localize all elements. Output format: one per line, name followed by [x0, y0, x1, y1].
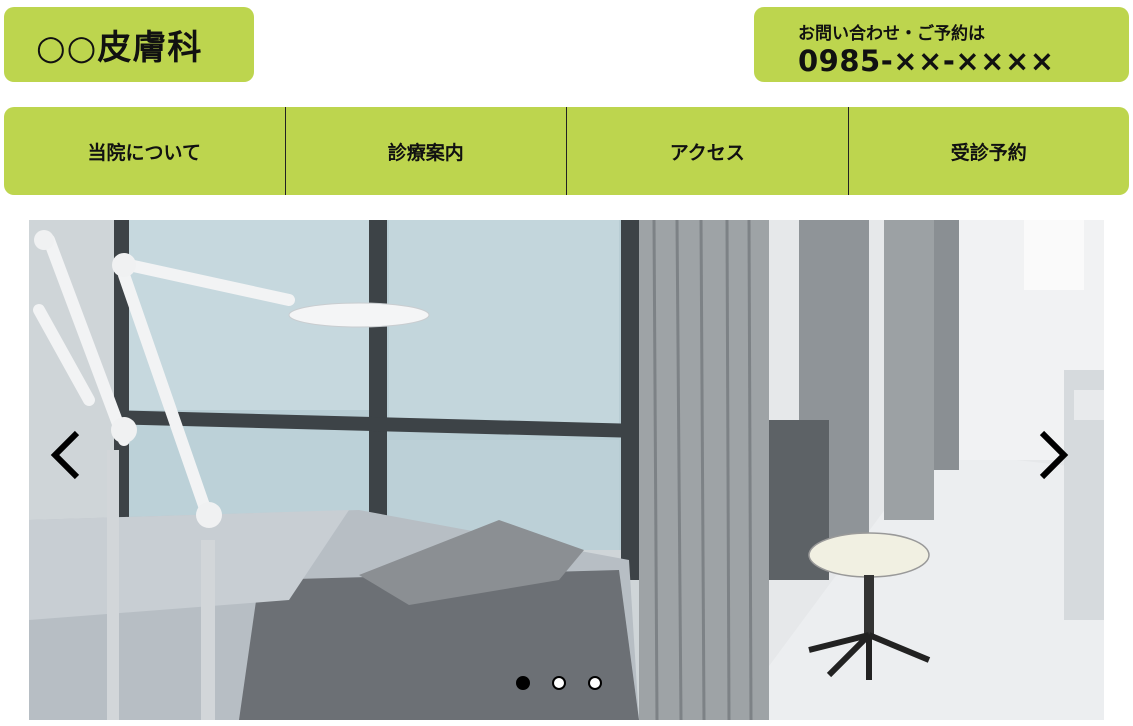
slider-dot-1[interactable] — [516, 676, 530, 690]
slider-prev-button[interactable] — [37, 425, 97, 485]
hero-slider — [29, 220, 1104, 720]
clinic-room-photo — [29, 220, 1104, 720]
site-logo[interactable]: ○○皮膚科 — [4, 7, 254, 82]
logo-text: ○○皮膚科 — [36, 28, 203, 68]
nav-item-reservation[interactable]: 受診予約 — [849, 107, 1130, 195]
chevron-right-icon — [1039, 430, 1069, 480]
nav-item-label: アクセス — [669, 141, 745, 164]
nav-item-about[interactable]: 当院について — [4, 107, 286, 195]
slider-next-button[interactable] — [1022, 425, 1082, 485]
slider-dot-2[interactable] — [552, 676, 566, 690]
nav-item-label: 受診予約 — [950, 141, 1027, 164]
contact-label: お問い合わせ・ご予約は — [798, 24, 985, 44]
global-nav: 当院について 診療案内 アクセス 受診予約 — [4, 107, 1129, 195]
chevron-left-icon — [50, 430, 80, 480]
slider-dot-3[interactable] — [588, 676, 602, 690]
nav-item-label: 当院について — [87, 141, 201, 164]
contact-box: お問い合わせ・ご予約は 0985-××-×××× — [754, 7, 1129, 82]
slider-dots — [516, 676, 602, 690]
nav-item-access[interactable]: アクセス — [567, 107, 849, 195]
phone-number[interactable]: 0985-××-×××× — [798, 44, 1055, 78]
nav-item-label: 診療案内 — [387, 141, 464, 164]
nav-item-services[interactable]: 診療案内 — [286, 107, 567, 195]
